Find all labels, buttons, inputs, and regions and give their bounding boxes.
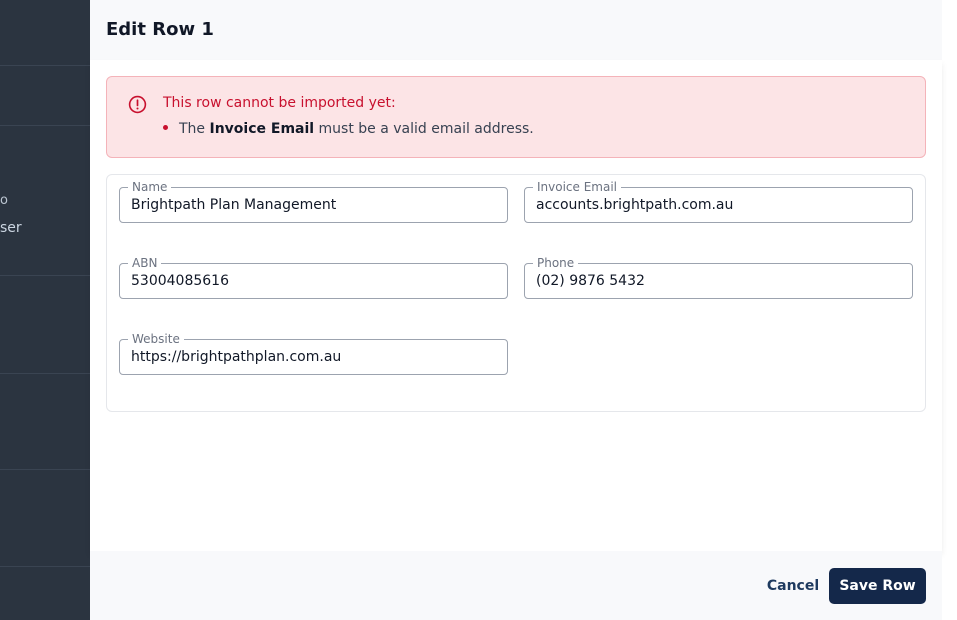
name-field: Name [119,180,508,223]
phone-input[interactable] [536,273,901,289]
error-prefix: The [179,121,210,137]
drawer-body: This row cannot be imported yet: The Inv… [90,60,942,551]
abn-label: ABN [128,256,162,270]
website-input[interactable] [131,349,496,365]
drawer-header: Edit Row 1 [90,0,942,60]
drawer-title: Edit Row 1 [106,19,214,40]
backdrop-divider [0,373,90,374]
bullet-dot [163,124,168,130]
backdrop-text-fragment: o [0,193,8,208]
backdrop-page: o ser [0,0,90,620]
drawer-edge [942,0,957,620]
row-form-card: Name Invoice Email ABN Phone Website [106,174,926,412]
invoice-email-field: Invoice Email [524,180,913,223]
backdrop-divider [0,469,90,470]
phone-label: Phone [533,256,579,270]
invoice-email-label: Invoice Email [533,180,622,194]
drawer-footer: Cancel Save Row [90,551,942,620]
backdrop-divider [0,125,90,126]
alert-circle-icon [128,95,147,114]
website-field: Website [119,332,508,375]
cancel-button[interactable]: Cancel [746,568,840,604]
alert-error-item: The Invoice Email must be a valid email … [163,121,534,137]
edit-row-drawer: Edit Row 1 This row cannot be imported y… [90,0,957,620]
name-label: Name [128,180,172,194]
error-field-name: Invoice Email [209,121,315,137]
abn-field: ABN [119,256,508,299]
backdrop-divider [0,275,90,276]
website-label: Website [128,332,184,346]
error-alert: This row cannot be imported yet: The Inv… [106,76,926,158]
save-row-button[interactable]: Save Row [829,568,926,604]
backdrop-divider [0,65,90,66]
backdrop-divider [0,566,90,567]
name-input[interactable] [131,197,496,213]
phone-field: Phone [524,256,913,299]
invoice-email-input[interactable] [536,197,901,213]
error-suffix: must be a valid email address. [314,121,534,137]
abn-input[interactable] [131,273,496,289]
alert-heading: This row cannot be imported yet: [163,95,396,111]
backdrop-text-fragment: ser [0,220,22,236]
